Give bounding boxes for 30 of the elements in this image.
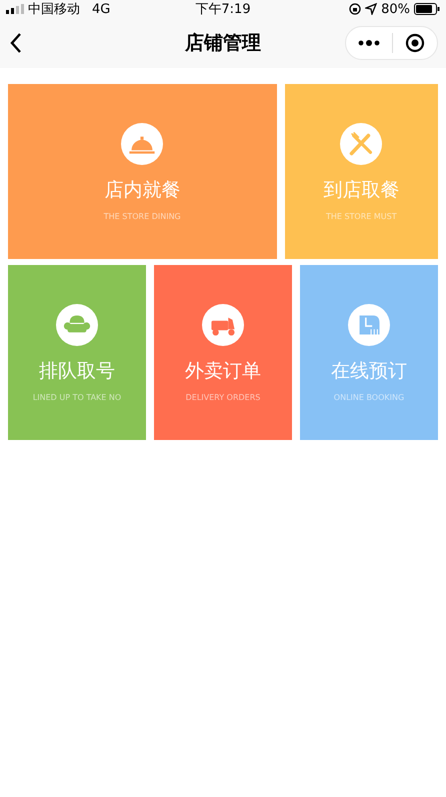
tile-subtitle: THE STORE MUST (326, 212, 397, 220)
back-chevron-icon (10, 32, 22, 54)
cloche-icon (121, 122, 164, 164)
battery-icon (414, 3, 440, 15)
tile-title: 排队取号 (39, 358, 115, 384)
page-title: 店铺管理 (184, 31, 262, 56)
tile-title: 到店取餐 (323, 178, 400, 202)
location-arrow-icon (365, 3, 378, 15)
menu-tile[interactable]: 店内就餐 THE STORE DINING (8, 84, 277, 259)
tile-subtitle: THE STORE DINING (104, 212, 181, 220)
more-dots-icon (358, 40, 380, 46)
menu-tile[interactable]: 外卖订单 DELIVERY ORDERS (154, 265, 292, 440)
tile-title: 在线预订 (331, 358, 407, 384)
battery-percent: 80% (381, 2, 410, 16)
sofa-icon (56, 304, 98, 346)
network-type: 4G (92, 2, 110, 16)
menu-tile[interactable]: 排队取号 LINED UP TO TAKE NO (8, 265, 146, 440)
rotation-lock-icon (349, 3, 362, 15)
tile-subtitle: DELIVERY ORDERS (186, 392, 260, 402)
menu-tile[interactable]: 到店取餐 THE STORE MUST (284, 84, 438, 259)
tile-subtitle: ONLINE BOOKING (334, 392, 404, 402)
menu-tile[interactable]: 在线预订 ONLINE BOOKING (300, 265, 438, 440)
tile-subtitle: LINED UP TO TAKE NO (32, 392, 122, 402)
tile-title: 外卖订单 (185, 358, 261, 384)
target-icon (405, 33, 425, 53)
carrier-name: 中国移动 (28, 1, 80, 18)
tile-title: 店内就餐 (104, 178, 180, 202)
fork-knife-icon (340, 122, 382, 164)
clock-time: 下午7:19 (195, 2, 251, 17)
signal-icon (6, 4, 24, 14)
